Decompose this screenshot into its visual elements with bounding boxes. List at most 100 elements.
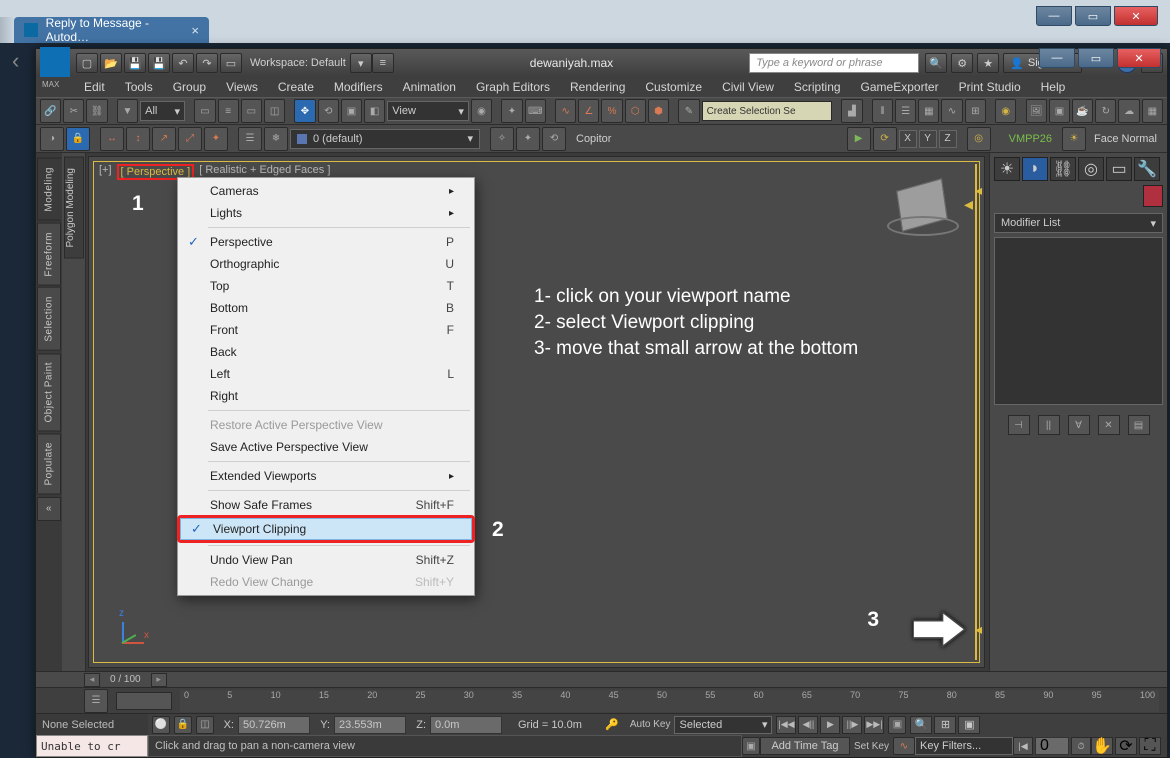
hierarchy-tab[interactable]: ⛓ <box>1050 157 1076 181</box>
ctx-orthographic[interactable]: OrthographicU <box>178 253 474 275</box>
browser-back-icon[interactable]: ‹ <box>12 48 19 74</box>
snap-toggle-button[interactable]: ∿ <box>555 99 576 123</box>
key-curve-icon[interactable]: ∿ <box>893 737 915 755</box>
menu-group[interactable]: Group <box>163 77 216 97</box>
axis-constraint-all[interactable]: ✦ <box>204 127 228 151</box>
render-gallery-button[interactable]: ▦ <box>1142 99 1163 123</box>
redo-button[interactable]: ↷ <box>196 53 218 73</box>
menu-game-exporter[interactable]: GameExporter <box>851 77 949 97</box>
ctx-bottom[interactable]: BottomB <box>178 297 474 319</box>
favorites-icon[interactable]: ★ <box>977 53 999 73</box>
clip-marker-bottom[interactable]: ◂ <box>975 621 982 638</box>
new-file-button[interactable]: ▢ <box>76 53 98 73</box>
play-button[interactable]: ▶ <box>820 716 840 734</box>
menu-views[interactable]: Views <box>216 77 268 97</box>
time-config-button[interactable]: ⏱ <box>1071 737 1091 755</box>
spinner-snap-button[interactable]: ⬡ <box>625 99 646 123</box>
tab-object-paint[interactable]: Object Paint <box>37 353 61 431</box>
zoom-all-button[interactable]: ⊞ <box>934 716 956 734</box>
time-tag-icon[interactable]: ▣ <box>742 737 760 755</box>
goto-end-button[interactable]: ▶▶| <box>864 716 884 734</box>
ctx-undo-view[interactable]: Undo View PanShift+Z <box>178 549 474 571</box>
ctx-right[interactable]: Right <box>178 385 474 407</box>
display-tab[interactable]: ▭ <box>1106 157 1132 181</box>
make-unique-button[interactable]: ∀ <box>1068 415 1090 435</box>
create-tab[interactable]: ☀ <box>994 157 1020 181</box>
axis-constraint-z[interactable]: ↗ <box>152 127 176 151</box>
menu-scripting[interactable]: Scripting <box>784 77 851 97</box>
extras-button-2[interactable]: ✦ <box>516 127 540 151</box>
undo-button[interactable]: ↶ <box>172 53 194 73</box>
isolate-button[interactable]: ◑ <box>40 127 64 151</box>
select-scale-button[interactable]: ▣ <box>341 99 362 123</box>
keyboard-shortcut-button[interactable]: ⌨ <box>525 99 546 123</box>
set-key-button[interactable]: Set Key <box>854 741 889 752</box>
render-button[interactable]: ☕ <box>1072 99 1093 123</box>
render-setup-button[interactable]: 🖼 <box>1026 99 1047 123</box>
z-input[interactable]: 0.0m <box>430 716 502 734</box>
app-close-button[interactable]: ✕ <box>1117 48 1161 68</box>
workspace-dropdown[interactable]: ▾ <box>350 53 372 73</box>
modifier-stack[interactable] <box>994 237 1163 405</box>
configure-sets-button[interactable]: ▤ <box>1128 415 1150 435</box>
tab-populate[interactable]: Populate <box>37 433 61 494</box>
ctx-left[interactable]: LeftL <box>178 363 474 385</box>
selection-filter-icon[interactable]: ▼ <box>117 99 138 123</box>
y-input[interactable]: 23.553m <box>334 716 406 734</box>
angle-snap-button[interactable]: ∠ <box>578 99 599 123</box>
show-end-result-button[interactable]: || <box>1038 415 1060 435</box>
project-button[interactable]: ▭ <box>220 53 242 73</box>
select-rotate-button[interactable]: ⟲ <box>318 99 339 123</box>
select-move-button[interactable]: ✥ <box>294 99 315 123</box>
tab-selection[interactable]: Selection <box>37 287 61 351</box>
app-menu-button[interactable] <box>40 47 70 77</box>
axis-constraint-y[interactable]: ↕ <box>126 127 150 151</box>
app-restore-button[interactable]: ▭ <box>1078 48 1114 68</box>
play-preview-button[interactable]: ▶ <box>847 127 871 151</box>
script-icon[interactable]: ⟳ <box>873 127 897 151</box>
ref-coord-dropdown[interactable]: View▾ <box>387 101 469 121</box>
y-axis-button[interactable]: Y <box>919 130 937 148</box>
selection-lock-button[interactable]: 🔒 <box>66 127 90 151</box>
orbit-button[interactable]: ⟳ <box>1115 737 1137 755</box>
search-icon[interactable]: 🔍 <box>925 53 947 73</box>
material-editor-button[interactable]: ◉ <box>995 99 1016 123</box>
tab-freeform[interactable]: Freeform <box>37 223 61 286</box>
sun-icon[interactable]: ☀ <box>1062 127 1086 151</box>
window-crossing-button[interactable]: ◫ <box>264 99 285 123</box>
menu-tools[interactable]: Tools <box>115 77 163 97</box>
zoom-extents-button[interactable]: ▣ <box>958 716 980 734</box>
ctx-back[interactable]: Back <box>178 341 474 363</box>
axis-constraint-x[interactable]: ↔ <box>100 127 124 151</box>
edit-named-button[interactable]: ✎ <box>678 99 699 123</box>
select-place-button[interactable]: ◧ <box>364 99 385 123</box>
ctx-show-safe-frames[interactable]: Show Safe FramesShift+F <box>178 494 474 516</box>
time-track[interactable]: 0510152025303540455055606570758085909510… <box>180 690 1159 712</box>
ctx-cameras[interactable]: Cameras▸ <box>178 180 474 202</box>
manipulate-button[interactable]: ✦ <box>501 99 522 123</box>
viewport-config-button[interactable]: [+] <box>98 164 113 180</box>
pivot-button[interactable]: ◉ <box>471 99 492 123</box>
viewport-clip-line[interactable] <box>975 164 977 660</box>
close-tab-icon[interactable]: × <box>191 23 199 38</box>
tab-collapse[interactable]: « <box>37 497 61 521</box>
select-button[interactable]: ▭ <box>194 99 215 123</box>
clip-marker-top[interactable]: ◂ <box>975 182 982 199</box>
ctx-viewport-clipping[interactable]: ✓Viewport Clipping <box>180 518 472 540</box>
named-selection-set[interactable]: Create Selection Se <box>702 101 833 121</box>
utilities-tab[interactable]: 🔧 <box>1134 157 1160 181</box>
unlink-button[interactable]: ✂ <box>63 99 84 123</box>
scroll-left[interactable]: ◂ <box>84 673 100 687</box>
z-axis-button[interactable]: Z <box>939 130 957 148</box>
menu-create[interactable]: Create <box>268 77 324 97</box>
link-button[interactable]: 🔗 <box>40 99 61 123</box>
abs-transform-icon[interactable]: ◫ <box>196 716 214 734</box>
time-slider[interactable] <box>116 692 172 710</box>
tab-modeling[interactable]: Modeling <box>37 158 61 221</box>
render-iterative-button[interactable]: ↻ <box>1095 99 1116 123</box>
percent-snap-button[interactable]: % <box>601 99 622 123</box>
pin-stack-button[interactable]: ⊣ <box>1008 415 1030 435</box>
curve-editor-button[interactable]: ∿ <box>941 99 962 123</box>
save-button[interactable]: 💾 <box>124 53 146 73</box>
polygon-modeling-panel[interactable]: Polygon Modeling <box>64 157 84 259</box>
